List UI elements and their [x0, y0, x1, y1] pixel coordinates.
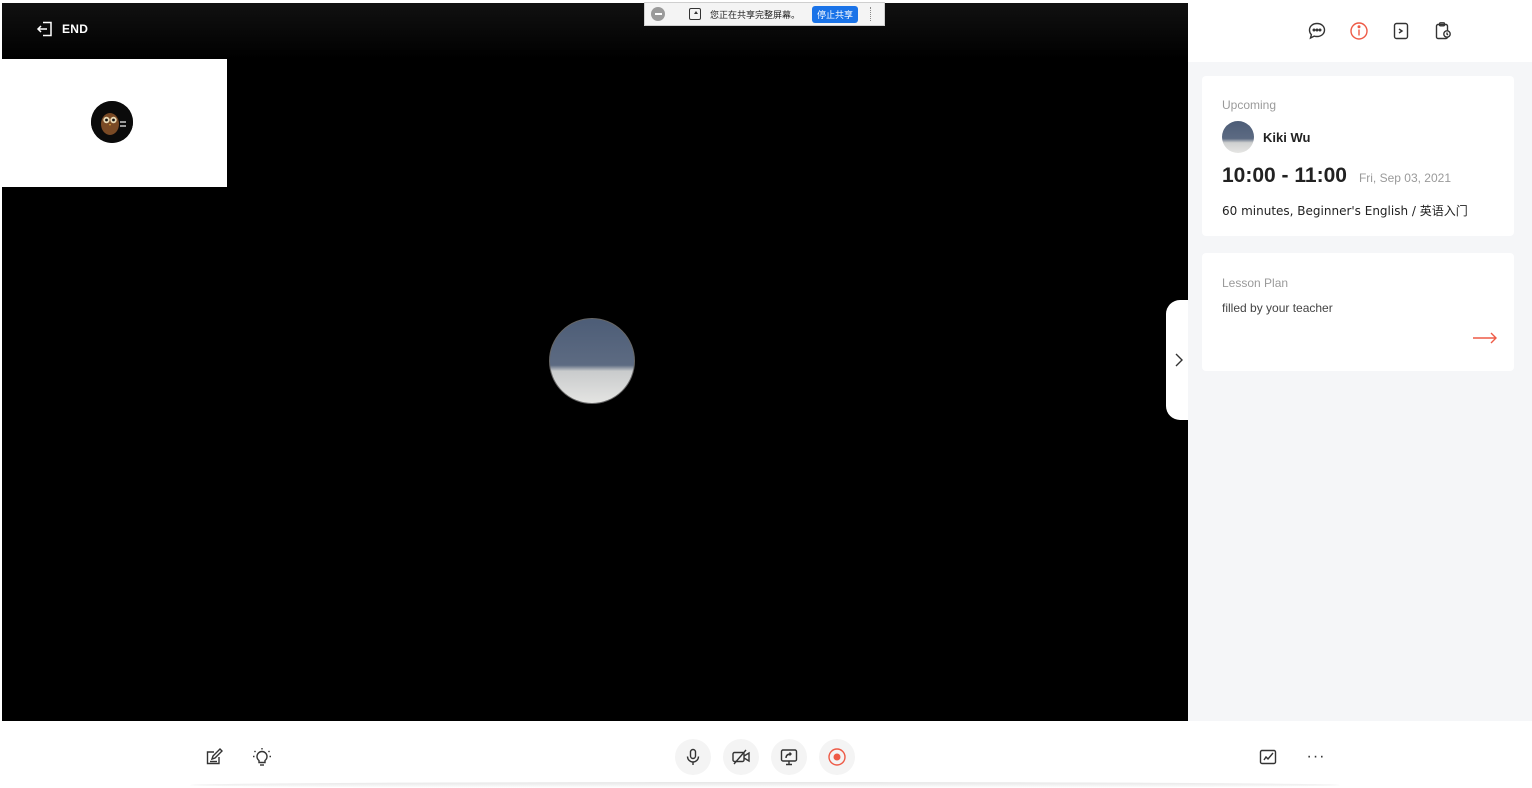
- toolbar-shadow: [190, 782, 1340, 788]
- teacher-avatar: [1222, 121, 1254, 153]
- upcoming-label: Upcoming: [1222, 98, 1277, 112]
- minimize-share-bar-button[interactable]: [651, 7, 665, 21]
- tab-info[interactable]: [1349, 21, 1369, 41]
- upcoming-lesson-card: Upcoming Kiki Wu 10:00 - 11:00 Fri, Sep …: [1202, 76, 1514, 236]
- lesson-description: 60 minutes, Beginner's English / 英语入门: [1222, 204, 1468, 218]
- bottom-toolbar: ···: [2, 721, 1528, 785]
- lesson-date: Fri, Sep 03, 2021: [1358, 171, 1451, 185]
- share-message: 您正在共享完整屏幕。: [710, 10, 801, 21]
- camera-toggle-button[interactable]: [723, 739, 759, 775]
- stop-sharing-button[interactable]: 停止共享: [812, 5, 859, 23]
- screen-share-icon: [780, 749, 798, 766]
- video-stage: END: [2, 3, 1188, 721]
- signature-icon: [1259, 749, 1277, 765]
- exit-icon: [36, 21, 52, 37]
- edit-note-icon: [206, 748, 223, 765]
- tab-homework[interactable]: [1433, 21, 1453, 41]
- more-icon: ···: [1306, 748, 1326, 765]
- hint-button[interactable]: [244, 739, 280, 775]
- record-icon: [828, 748, 846, 766]
- tab-notes[interactable]: [1391, 21, 1411, 41]
- info-icon: [1350, 22, 1368, 40]
- share-screen-icon: [689, 8, 701, 20]
- end-label: END: [62, 22, 89, 36]
- lesson-plan-label: Lesson Plan: [1222, 276, 1289, 290]
- sidebar-tabs: [1188, 0, 1532, 62]
- teacher-row: Kiki Wu: [1222, 121, 1310, 153]
- arrow-right-icon[interactable]: [1472, 331, 1498, 345]
- owl-avatar-image: [91, 101, 133, 143]
- microphone-icon: [686, 748, 700, 765]
- tab-chat[interactable]: [1307, 21, 1327, 41]
- lesson-plan-note: filled by your teacher: [1222, 301, 1333, 315]
- teacher-name: Kiki Wu: [1263, 129, 1311, 145]
- lesson-plan-card[interactable]: Lesson Plan filled by your teacher: [1202, 253, 1514, 371]
- chevron-right-icon: [1175, 353, 1183, 367]
- homework-icon: [1435, 22, 1451, 40]
- self-video-tile[interactable]: [2, 59, 227, 187]
- more-button[interactable]: ···: [1298, 739, 1334, 775]
- end-class-button[interactable]: END: [36, 20, 88, 38]
- lightbulb-icon: [253, 748, 271, 766]
- info-sidebar: Upcoming Kiki Wu 10:00 - 11:00 Fri, Sep …: [1188, 0, 1532, 721]
- record-button[interactable]: [819, 739, 855, 775]
- lesson-time-row: 10:00 - 11:00 Fri, Sep 03, 2021: [1222, 164, 1451, 188]
- edit-note-button[interactable]: [196, 739, 232, 775]
- camera-off-icon: [732, 749, 750, 765]
- chat-icon: [1308, 22, 1326, 40]
- share-screen-button[interactable]: [771, 739, 807, 775]
- teacher-video-avatar: [549, 318, 635, 404]
- whiteboard-button[interactable]: [1250, 739, 1286, 775]
- stage-top-bar: [2, 3, 1188, 59]
- drag-handle-icon[interactable]: [870, 7, 872, 21]
- classroom-window: END 您正在共享完整屏幕。 停止共享 Upcoming Kiki Wu 10:…: [0, 0, 1532, 788]
- notes-icon: [1393, 22, 1409, 40]
- microphone-button[interactable]: [675, 739, 711, 775]
- screen-share-bar: 您正在共享完整屏幕。 停止共享: [644, 2, 885, 26]
- student-avatar: [91, 101, 133, 143]
- lesson-time-range: 10:00 - 11:00: [1222, 164, 1347, 187]
